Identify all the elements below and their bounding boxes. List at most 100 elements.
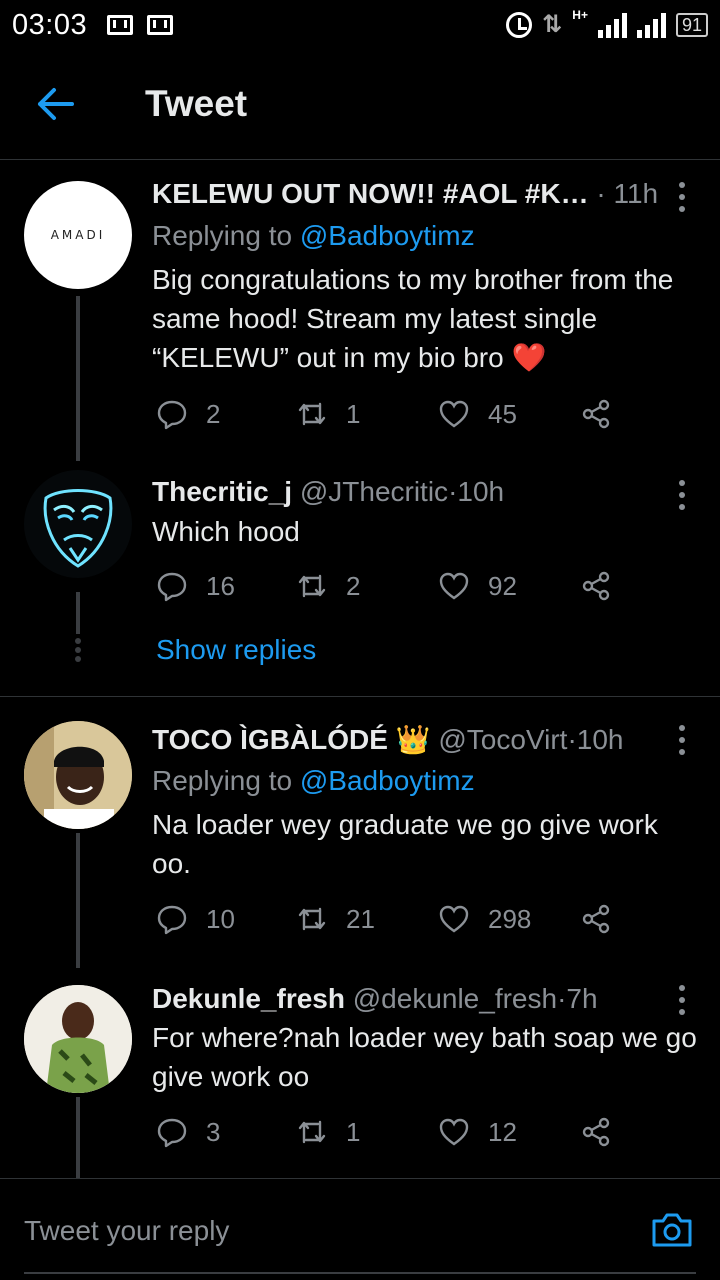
retweet-icon (298, 907, 326, 931)
tweet-text: Na loader wey graduate we go give work o… (152, 809, 658, 879)
replying-to-label: Replying to (152, 765, 300, 796)
red-heart-emoji: ❤️ (511, 342, 547, 373)
thread-line (76, 592, 80, 634)
alarm-icon (506, 11, 533, 38)
display-name[interactable]: KELEWU OUT NOW!! #AOL #K… (152, 178, 589, 209)
separator-dot: · (567, 724, 577, 755)
reply-button[interactable]: 2 (156, 398, 220, 430)
reply-icon (157, 1118, 187, 1148)
tweet-nested-reply[interactable]: Thecritic_j @JThecritic·10h Which hood 1… (0, 460, 720, 696)
user-handle[interactable]: @dekunle_fresh (353, 983, 557, 1014)
tweet-age: 10h (576, 724, 624, 755)
status-time: 03:03 (12, 8, 88, 41)
thread-line (76, 296, 80, 461)
thread-line (76, 1097, 80, 1178)
like-button[interactable]: 12 (438, 1116, 517, 1148)
heart-icon (439, 1118, 469, 1146)
reply-input[interactable]: Tweet your reply (24, 1215, 229, 1247)
crown-emoji: 👑 (395, 724, 431, 755)
display-name[interactable]: Dekunle_fresh (152, 983, 345, 1014)
share-button[interactable] (580, 903, 612, 935)
share-button[interactable] (580, 1116, 612, 1148)
tweet-header: Thecritic_j @JThecritic·10h (152, 476, 504, 508)
tweet-header: TOCO ÌGBÀLÓDÉ 👑 @TocoVirt·10h (152, 723, 623, 756)
gmail-notification-icon-2 (147, 15, 174, 35)
reply-button[interactable]: 10 (156, 903, 235, 935)
tweet-header: KELEWU OUT NOW!! #AOL #K… · 11h (152, 178, 658, 210)
mention-link[interactable]: @Badboytimz (300, 220, 475, 251)
share-icon (582, 904, 610, 934)
signal-icon (597, 12, 627, 38)
share-button[interactable] (580, 570, 612, 602)
back-arrow-icon[interactable] (36, 86, 76, 122)
retweet-count: 2 (346, 570, 361, 601)
retweet-button[interactable]: 1 (296, 398, 360, 430)
avatar[interactable] (24, 985, 132, 1093)
camera-icon[interactable] (650, 1209, 694, 1249)
more-options-icon[interactable] (678, 985, 686, 1015)
display-name[interactable]: Thecritic_j (152, 476, 292, 507)
like-count: 298 (488, 903, 532, 934)
replying-to: Replying to @Badboytimz (152, 765, 475, 797)
reply-button[interactable]: 16 (156, 570, 235, 602)
reply-icon (157, 905, 187, 935)
retweet-icon (298, 574, 326, 598)
retweet-count: 1 (346, 398, 361, 429)
tweet-actions: 10 21 298 (156, 903, 626, 939)
tweet-actions: 3 1 12 (156, 1116, 626, 1152)
user-handle[interactable]: @TocoVirt (438, 724, 567, 755)
reply-count: 2 (206, 398, 221, 429)
retweet-button[interactable]: 2 (296, 570, 360, 602)
person-avatar-image (24, 985, 132, 1093)
reply-composer-bar: Tweet your reply (0, 1178, 720, 1280)
retweet-count: 1 (346, 1116, 361, 1147)
tweet-age: 10h (457, 476, 505, 507)
share-button[interactable] (580, 398, 612, 430)
like-count: 92 (488, 570, 517, 601)
replying-to: Replying to @Badboytimz (152, 220, 475, 252)
heart-icon (439, 905, 469, 933)
network-type: H+ (572, 7, 588, 22)
reply-count: 3 (206, 1116, 221, 1147)
retweet-icon (298, 402, 326, 426)
battery-icon: 91 (675, 12, 708, 37)
retweet-button[interactable]: 21 (296, 903, 375, 935)
tweet-main-reply[interactable]: AMADI KELEWU OUT NOW!! #AOL #K… · 11h Re… (0, 160, 720, 461)
tweet-age: 11h (613, 178, 659, 209)
like-button[interactable]: 45 (438, 398, 517, 430)
avatar-logo-text: AMADI (50, 228, 106, 242)
like-button[interactable]: 298 (438, 903, 531, 935)
retweet-count: 21 (346, 903, 375, 934)
display-name[interactable]: TOCO ÌGBÀLÓDÉ (152, 724, 388, 755)
avatar[interactable]: AMADI (24, 181, 132, 289)
tweet-text-content: Big congratulations to my brother from t… (152, 264, 674, 373)
share-icon (582, 571, 610, 601)
avatar[interactable] (24, 721, 132, 829)
avatar[interactable] (24, 470, 132, 578)
tweet-nested-reply[interactable]: Dekunle_fresh @dekunle_fresh·7h For wher… (0, 967, 720, 1178)
retweet-button[interactable]: 1 (296, 1116, 360, 1148)
more-options-icon[interactable] (678, 480, 686, 510)
gmail-notification-icon (107, 15, 134, 35)
reply-icon (157, 572, 187, 602)
show-replies-link[interactable]: Show replies (156, 634, 316, 666)
user-handle[interactable]: @JThecritic (300, 476, 448, 507)
mask-avatar-image (24, 470, 132, 578)
replying-to-label: Replying to (152, 220, 300, 251)
tweet-reply[interactable]: TOCO ÌGBÀLÓDÉ 👑 @TocoVirt·10h Replying t… (0, 697, 720, 968)
thread-line (76, 833, 80, 968)
page-title: Tweet (145, 83, 248, 124)
like-button[interactable]: 92 (438, 570, 517, 602)
more-options-icon[interactable] (678, 182, 686, 212)
share-icon (582, 399, 610, 429)
mention-link[interactable]: @Badboytimz (300, 765, 475, 796)
signal-icon-2 (636, 12, 666, 38)
status-bar: 03:03 ⇅ H+ 91 (0, 0, 720, 50)
tweet-text: Big congratulations to my brother from t… (152, 260, 697, 377)
tweet-actions: 16 2 92 (156, 570, 626, 606)
tweet-text: Which hood (152, 516, 300, 547)
like-count: 12 (488, 1116, 517, 1147)
reply-button[interactable]: 3 (156, 1116, 220, 1148)
more-options-icon[interactable] (678, 725, 686, 755)
retweet-icon (298, 1120, 326, 1144)
